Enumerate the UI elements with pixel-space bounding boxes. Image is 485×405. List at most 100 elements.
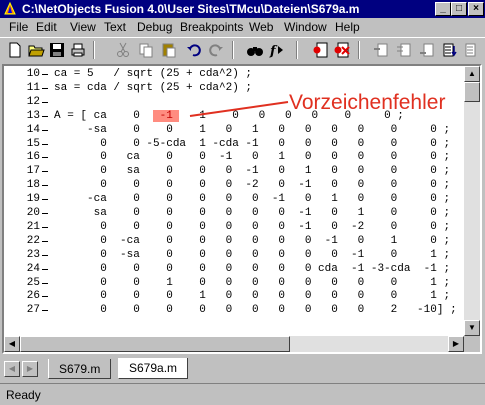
line-number: 20 <box>26 207 40 219</box>
horizontal-scroll-thumb[interactable] <box>20 336 290 352</box>
toolbar: f <box>0 37 485 61</box>
line-number: 27 <box>26 304 40 317</box>
line-number: 18 <box>26 179 40 192</box>
code-text: 0 0 0 0 0 0 0 0 0 0 2 -10] ; <box>54 304 457 317</box>
code-text: sa 0 0 0 0 0 0 -1 0 1 0 0 ; <box>54 207 451 219</box>
menu-text[interactable]: Text <box>104 20 126 34</box>
menu-window[interactable]: Window <box>284 20 327 34</box>
line-code: 0 0 0 0 0 0 0 -1 0 -2 0 0 ; <box>54 221 450 233</box>
toolbar-separator <box>232 41 234 59</box>
minimize-button[interactable]: _ <box>435 2 451 16</box>
line-code: sa 0 0 0 0 0 0 -1 0 1 0 0 ; <box>54 207 450 219</box>
line-code: 0 0 0 1 0 0 0 0 0 0 0 1 ; <box>54 290 450 302</box>
step-out-icon[interactable] <box>418 41 436 59</box>
step-over-icon[interactable] <box>395 41 413 59</box>
line-tick <box>42 129 48 131</box>
find-icon[interactable] <box>246 41 264 59</box>
line-code: 0 ca 0 0 -1 0 1 0 0 0 0 0 ; <box>54 151 450 163</box>
highlighted-sign-error: -1 <box>153 109 180 122</box>
editor-content[interactable]: 10 ca = 5 / sqrt (25 + cda^2) ; 11 sa = cda… <box>4 66 464 336</box>
line-number: 26 <box>26 290 40 303</box>
line-tick <box>42 101 48 103</box>
code-text: -sa 0 0 1 0 1 0 0 0 0 0 0 ; <box>54 123 451 136</box>
line-tick <box>42 199 48 201</box>
line-tick <box>42 143 48 145</box>
line-code: 0 -ca 0 0 0 0 0 0 -1 0 1 0 ; <box>54 235 450 247</box>
line-number: 14 <box>26 123 40 136</box>
line-tick <box>42 74 48 75</box>
line-number: 19 <box>26 193 40 206</box>
code-text: 0 0 0 1 0 0 0 0 0 0 0 1 ; <box>54 290 451 303</box>
menu-file[interactable]: File <box>9 20 28 34</box>
scroll-right-button[interactable]: ▶ <box>448 336 464 352</box>
line-code: 0 0 0 0 0 0 0 0 cda -1 -3-cda -1 ; <box>54 263 450 275</box>
line-number: 17 <box>26 165 40 178</box>
code-text: 0 0 0 0 0 0 0 0 cda -1 -3-cda -1 ; <box>54 262 451 275</box>
line-tick <box>42 185 48 187</box>
cut-icon[interactable] <box>114 41 132 59</box>
tab-scroll-left-button[interactable]: ◀ <box>4 361 20 377</box>
line-tick <box>42 282 48 284</box>
line-tick <box>42 87 48 89</box>
menu-web[interactable]: Web <box>249 20 273 34</box>
line-tick <box>42 115 48 117</box>
new-file-icon[interactable] <box>6 41 24 59</box>
step-in-icon[interactable] <box>372 41 390 59</box>
function-icon[interactable]: f <box>268 41 286 59</box>
menu-edit[interactable]: Edit <box>36 20 57 34</box>
code-text: 0 -sa 0 0 0 0 0 0 0 -1 0 1 ; <box>54 248 451 261</box>
line-code: sa = cda / sqrt (25 + cda^2) ; <box>54 82 252 94</box>
toolbar-separator <box>296 41 298 59</box>
line-number: 22 <box>26 234 40 247</box>
continue-icon[interactable] <box>441 41 459 59</box>
vertical-scroll-thumb[interactable] <box>464 82 480 102</box>
print-icon[interactable] <box>69 41 87 59</box>
scrollbar-corner <box>464 336 480 352</box>
code-text: 0 ca 0 0 -1 0 1 0 0 0 0 0 ; <box>54 151 451 164</box>
line-number: 23 <box>26 248 40 261</box>
scroll-left-button[interactable]: ◀ <box>4 336 20 352</box>
line-tick <box>42 157 48 159</box>
line-tick <box>42 240 48 242</box>
code-text: sa = cda / sqrt (25 + cda^2) ; <box>54 81 253 94</box>
tab-s679a-m[interactable]: S679a.m <box>118 358 189 379</box>
copy-icon[interactable] <box>137 41 155 59</box>
line-number: 21 <box>26 220 40 233</box>
clear-breakpoint-icon[interactable] <box>333 41 351 59</box>
paste-icon[interactable] <box>160 41 178 59</box>
tab-scroll-right-button[interactable]: ▶ <box>22 361 38 377</box>
scroll-down-button[interactable]: ▼ <box>464 320 480 336</box>
line-number: 11 <box>26 81 40 94</box>
line-number: 12 <box>26 95 40 108</box>
maximize-button[interactable]: □ <box>451 2 467 16</box>
code-text: 0 -ca 0 0 0 0 0 0 -1 0 1 0 ; <box>54 234 451 247</box>
toolbar-separator <box>358 41 360 59</box>
menu-view[interactable]: View <box>70 20 96 34</box>
undo-icon[interactable] <box>185 41 203 59</box>
menu-breakpoints[interactable]: Breakpoints <box>180 20 243 34</box>
vertical-scrollbar[interactable]: ▲ ▼ <box>464 66 480 336</box>
close-button[interactable]: × <box>468 2 484 16</box>
window-title: C:\NetObjects Fusion 4.0\User Sites\TMcu… <box>22 2 360 16</box>
quit-debug-icon[interactable] <box>463 41 481 59</box>
redo-icon[interactable] <box>207 41 225 59</box>
horizontal-scrollbar[interactable]: ◀ ▶ <box>4 336 464 352</box>
tab-s679-m[interactable]: S679.m <box>48 359 112 379</box>
svg-text:f: f <box>269 44 278 59</box>
line-code: -ca 0 0 0 0 0 -1 0 1 0 0 0 ; <box>54 193 450 205</box>
line-tick <box>42 296 48 298</box>
set-breakpoint-icon[interactable] <box>312 41 330 59</box>
line-tick <box>42 171 48 173</box>
menu-bar: File Edit View Text Debug Breakpoints We… <box>0 18 485 36</box>
menu-help[interactable]: Help <box>335 20 360 34</box>
save-icon[interactable] <box>48 41 66 59</box>
open-folder-icon[interactable] <box>27 41 45 59</box>
menu-debug[interactable]: Debug <box>137 20 172 34</box>
line-number: 15 <box>26 137 40 150</box>
status-bar: Ready <box>0 383 485 405</box>
scroll-up-button[interactable]: ▲ <box>464 66 480 82</box>
code-text: 0 0 0 0 0 0 0 -1 0 -2 0 0 ; <box>54 220 451 233</box>
code-editor[interactable]: 10 ca = 5 / sqrt (25 + cda^2) ; 11 sa = cda… <box>2 64 482 354</box>
status-text: Ready <box>6 388 41 402</box>
line-tick <box>42 268 48 270</box>
